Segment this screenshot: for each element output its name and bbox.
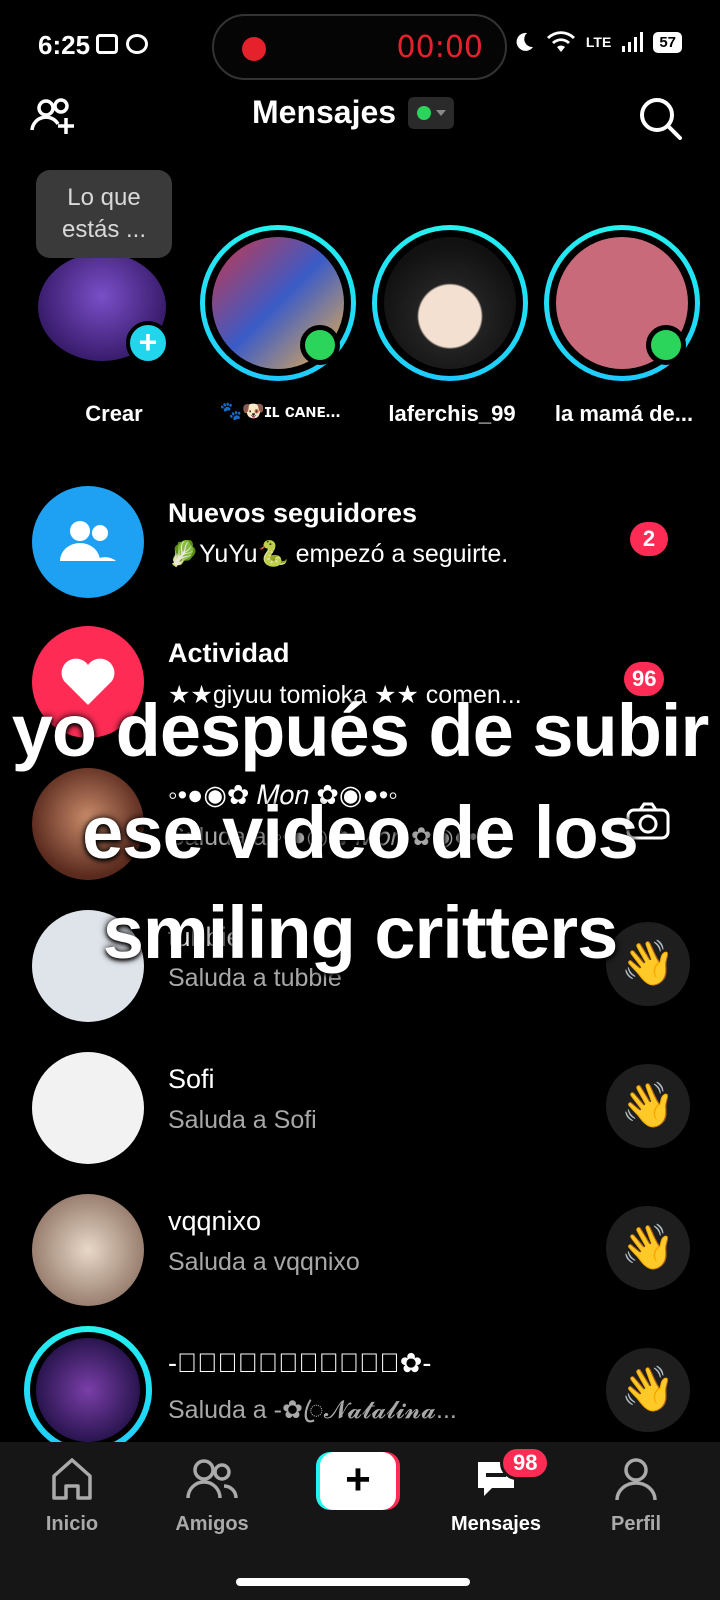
wave-hand-icon: 👋 [620,1223,676,1272]
story-name: laferchis_99 [388,401,516,426]
moon-icon [516,32,533,51]
status-icons: LTE 57 [512,30,682,54]
status-time: 6:25 [38,30,91,60]
wave-hand-icon: 👋 [620,1365,676,1414]
nav-friends[interactable]: Amigos [152,1456,272,1536]
plus-icon: + [320,1452,396,1510]
home-icon [52,1458,92,1500]
story-item[interactable]: 🐾🐶ɪʟ ᴄᴀɴᴇ... [200,225,360,425]
recording-time: 00:00 [396,30,483,65]
caption-line: smiling critters [102,891,619,974]
followers-avatar [32,486,144,598]
row-subtitle: 🥬YuYu🐍 empezó a seguirte. [168,540,509,568]
nav-profile[interactable]: Perfil [576,1456,696,1536]
friends-icon [186,1459,238,1499]
row-title: Actividad [168,638,290,668]
wave-button[interactable]: 👋 [606,1348,690,1432]
user-avatar [32,1194,144,1306]
title-wrap: Mensajes [252,94,455,131]
row-title: -✿ꦿ𝓝𝓪𝓽𝓪𝓵𝓲𝓷𝓪ꦿ✿- [168,1348,432,1378]
bottom-nav: Inicio Amigos + Mensajes 98 Perfil [0,1442,720,1600]
video-camera-icon [96,34,118,54]
new-followers-row[interactable]: Nuevos seguidores 🥬YuYu🐍 empezó a seguir… [0,470,720,610]
followers-icon [60,521,116,561]
profile-icon [615,1458,657,1501]
story-name: Crear [85,401,143,426]
wifi-icon [546,31,575,52]
wave-button[interactable]: 👋 [606,1064,690,1148]
battery-level: 57 [653,31,682,53]
row-title: Nuevos seguidores [168,498,418,528]
create-story-icon[interactable]: + [126,321,170,365]
signal-icon [622,32,644,52]
home-indicator[interactable] [236,1578,470,1586]
tooltip-text: Lo que estás ... [61,184,147,243]
user-avatar [32,1052,144,1164]
online-dot-icon [416,105,431,120]
search-button[interactable] [634,92,690,148]
add-friends-icon [30,98,74,134]
story-item[interactable]: laferchis_99 [372,225,532,426]
story-item[interactable]: la mamá de... [544,225,704,426]
wave-button[interactable]: 👋 [606,1206,690,1290]
unread-badge: 2 [630,522,668,556]
online-status-toggle[interactable] [408,96,455,129]
story-ring [24,1326,152,1454]
online-indicator [646,325,686,365]
conversation-row[interactable]: Sofi Saluda a Sofi 👋 [0,1036,720,1176]
story-name: la mamá de... [554,401,694,426]
chevron-down-icon [435,109,446,116]
recording-indicator[interactable]: 00:00 [212,14,507,80]
caption-line: ese video de los [82,791,639,874]
story-name: 🐾🐶ɪʟ ᴄᴀɴᴇ... [219,401,341,421]
caption-line: yo después de subir [11,689,710,772]
nav-label: Amigos [175,1513,249,1535]
nav-home[interactable]: Inicio [12,1456,132,1536]
conversation-row[interactable]: vqqnixo Saluda a vqqnixo 👋 [0,1178,720,1318]
search-icon [640,98,682,140]
page-title: Mensajes [252,94,397,130]
status-bar: 6:25 00:00 LTE 57 [0,0,720,92]
nav-label: Perfil [610,1513,662,1535]
row-subtitle: Saluda a -✿ꦿ𝓝𝓪𝓽𝓪𝓵𝓲𝓷𝓪... [168,1396,457,1424]
nav-label: Inicio [45,1513,99,1535]
online-indicator [300,325,340,365]
wave-hand-icon: 👋 [620,1081,676,1130]
screen-record-icon [126,34,148,54]
nav-label: Mensajes [450,1513,542,1535]
record-dot-icon [242,37,266,61]
messages-badge: 98 [500,1446,551,1480]
row-title: Sofi [168,1064,215,1094]
row-title: vqqnixo [168,1206,262,1236]
create-button[interactable]: + [316,1452,400,1510]
row-subtitle: Saluda a Sofi [168,1106,317,1134]
story-avatar [384,237,516,369]
network-type: LTE [585,34,612,50]
header: Mensajes [0,90,720,170]
note-tooltip[interactable]: Lo que estás ... [36,170,172,258]
conversation-row[interactable]: -✿ꦿ𝓝𝓪𝓽𝓪𝓵𝓲𝓷𝓪ꦿ✿- Saluda a -✿ꦿ𝓝𝓪𝓽𝓪𝓵𝓲𝓷𝓪... 👋 [0,1320,720,1460]
row-subtitle: Saluda a vqqnixo [168,1248,360,1276]
add-friends-button[interactable] [28,92,84,148]
